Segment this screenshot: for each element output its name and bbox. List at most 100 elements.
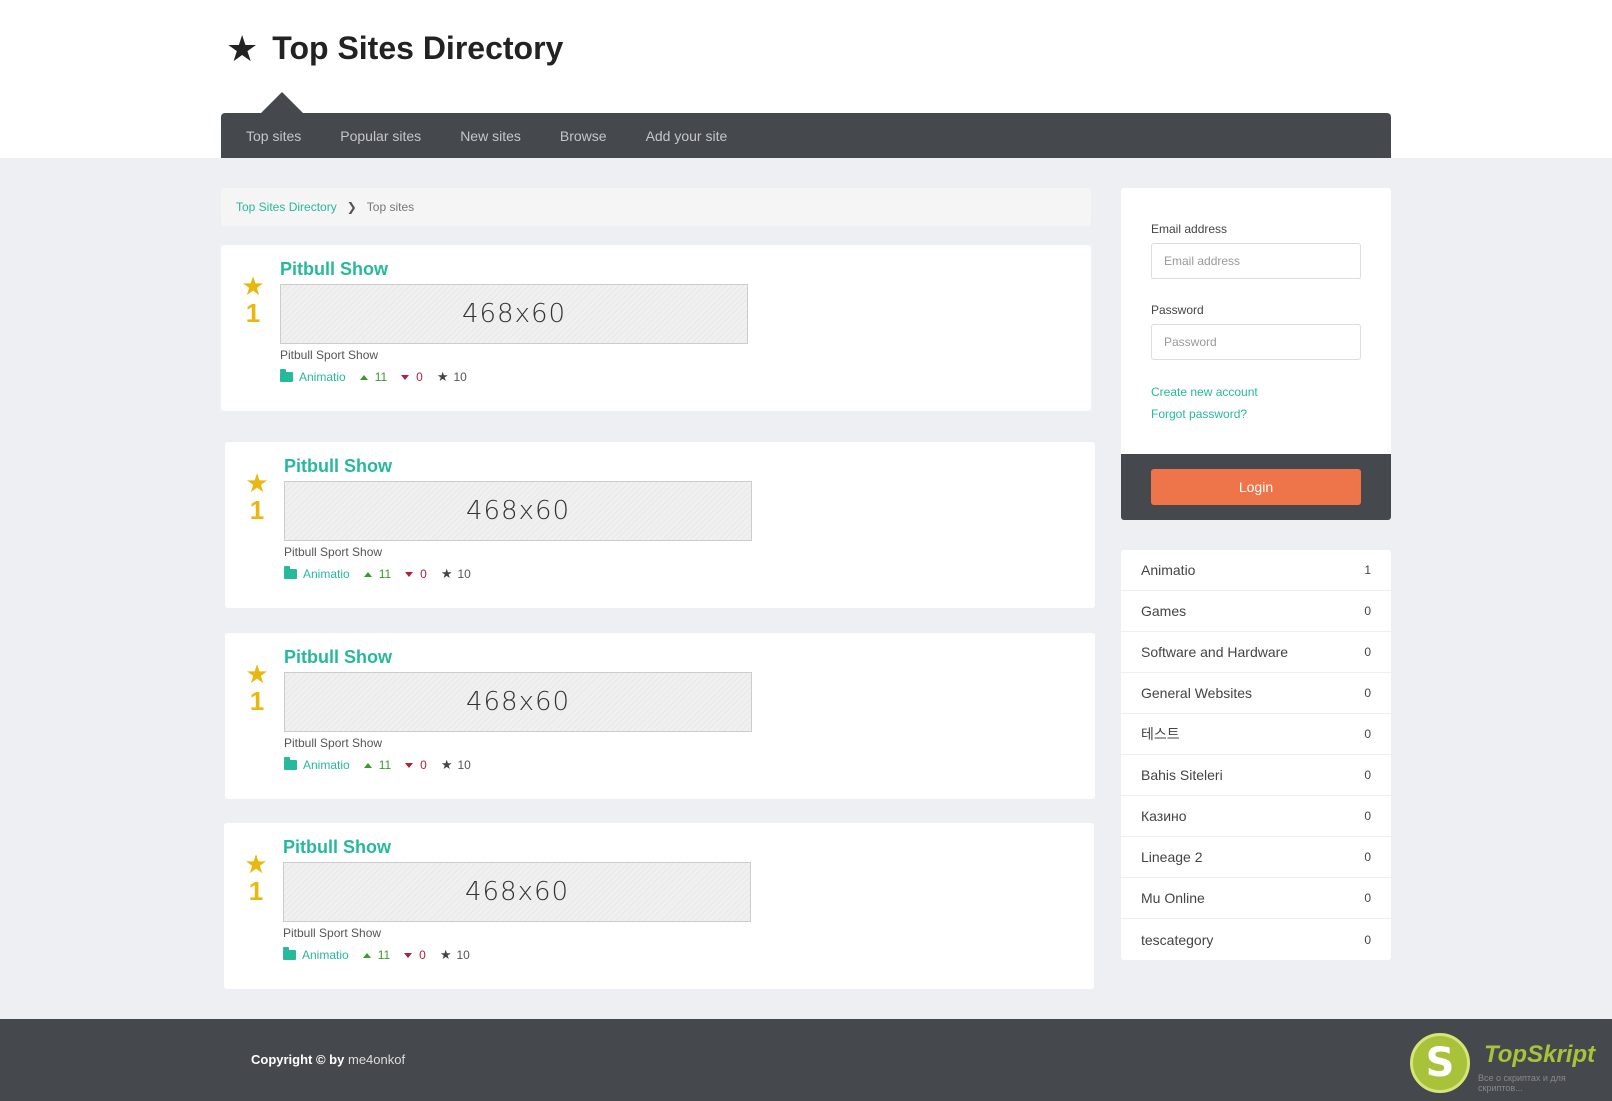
site-name-link[interactable]: Pitbull Show bbox=[284, 647, 392, 668]
site-meta: Animatio 11 0 ★ 10 bbox=[284, 757, 471, 773]
category-name: Lineage 2 bbox=[1141, 849, 1203, 865]
nav-item-popular-sites[interactable]: Popular sites bbox=[340, 128, 421, 144]
nav-item-new-sites[interactable]: New sites bbox=[460, 128, 521, 144]
category-item-general-websites[interactable]: General Websites 0 bbox=[1121, 673, 1391, 714]
banner-size-label: 468x60 bbox=[464, 877, 570, 907]
category-count: 1 bbox=[1364, 563, 1371, 577]
votes-down-count: 0 bbox=[419, 948, 426, 962]
votes-up-count: 11 bbox=[374, 370, 388, 384]
site-rating: ★ 10 bbox=[437, 369, 467, 385]
site-category-link[interactable]: Animatio bbox=[284, 757, 350, 772]
site-name-link[interactable]: Pitbull Show bbox=[284, 456, 392, 477]
star-icon: ★ bbox=[440, 757, 453, 772]
site-banner[interactable]: 468x60 bbox=[280, 284, 748, 344]
site-banner[interactable]: 468x60 bbox=[283, 862, 751, 922]
star-icon: ★ bbox=[226, 27, 259, 69]
brand[interactable]: ★ Top Sites Directory bbox=[226, 30, 563, 67]
banner-size-label: 468x60 bbox=[465, 687, 571, 717]
rating-value: 10 bbox=[453, 370, 467, 384]
author-link[interactable]: me4onkof bbox=[348, 1052, 405, 1067]
site-category-link[interactable]: Animatio bbox=[284, 566, 350, 581]
rating-value: 10 bbox=[457, 758, 471, 772]
site-category-link[interactable]: Animatio bbox=[283, 947, 349, 962]
rank-badge: ★ 1 bbox=[243, 661, 271, 716]
site-card: ★ 1 Pitbull Show 468x60 Pitbull Sport Sh… bbox=[225, 442, 1095, 608]
rank-star-icon: ★ bbox=[244, 849, 268, 879]
arrow-down-icon bbox=[405, 762, 414, 768]
site-title: Top Sites Directory bbox=[272, 30, 564, 66]
category-count: 0 bbox=[1364, 891, 1371, 905]
copyright: Copyright © by me4onkof bbox=[251, 1052, 405, 1067]
category-name: Казино bbox=[1141, 808, 1187, 824]
rank-star-icon: ★ bbox=[245, 468, 269, 498]
nav-item-add-your-site[interactable]: Add your site bbox=[646, 128, 728, 144]
category-count: 0 bbox=[1364, 932, 1371, 947]
site-banner[interactable]: 468x60 bbox=[284, 672, 752, 732]
category-count: 0 bbox=[1364, 809, 1371, 823]
category-list: Animatio 1 Games 0 Software and Hardware 0 … bbox=[1121, 550, 1391, 960]
site-description: Pitbull Sport Show bbox=[280, 348, 379, 362]
category-name: General Websites bbox=[1141, 685, 1253, 701]
topskript-logo-icon[interactable]: S bbox=[1410, 1033, 1470, 1093]
site-footer: Copyright © by me4onkof S TopSkript Все … bbox=[0, 1019, 1612, 1101]
login-panel: Email address Password Create new accoun… bbox=[1121, 188, 1391, 520]
category-item-animatio[interactable]: Animatio 1 bbox=[1121, 550, 1391, 591]
site-banner[interactable]: 468x60 bbox=[284, 481, 752, 541]
email-label: Email address bbox=[1151, 222, 1228, 236]
category-name: Games bbox=[1141, 603, 1187, 619]
category-item-kazino[interactable]: Казино 0 bbox=[1121, 796, 1391, 837]
site-name-link[interactable]: Pitbull Show bbox=[280, 259, 388, 280]
category-name: Bahis Siteleri bbox=[1141, 767, 1223, 783]
site-card: ★ 1 Pitbull Show 468x60 Pitbull Sport Sh… bbox=[221, 245, 1091, 411]
folder-icon bbox=[284, 566, 297, 579]
site-name-link[interactable]: Pitbull Show bbox=[283, 837, 391, 858]
nav-item-browse[interactable]: Browse bbox=[560, 128, 607, 144]
rating-value: 10 bbox=[457, 567, 471, 581]
logo-subtitle: Все о скриптах и для скриптов... bbox=[1478, 1073, 1566, 1093]
site-rating: ★ 10 bbox=[441, 566, 471, 582]
category-name: Mu Online bbox=[1141, 890, 1205, 906]
star-icon: ★ bbox=[436, 369, 449, 384]
site-category-link[interactable]: Animatio bbox=[280, 369, 346, 384]
chevron-right-icon: ❯ bbox=[346, 200, 357, 214]
breadcrumb-home-link[interactable]: Top Sites Directory bbox=[236, 200, 337, 214]
rank-badge: ★ 1 bbox=[239, 273, 267, 328]
category-item-tescategory[interactable]: tescategory 0 bbox=[1121, 919, 1391, 960]
category-name: Animatio bbox=[1141, 562, 1196, 578]
site-description: Pitbull Sport Show bbox=[283, 926, 382, 940]
login-button[interactable]: Login bbox=[1151, 469, 1361, 505]
rank-number: 1 bbox=[248, 876, 264, 906]
votes-down: 0 bbox=[404, 948, 426, 962]
category-item-bahis-siteleri[interactable]: Bahis Siteleri 0 bbox=[1121, 755, 1391, 796]
votes-up-count: 11 bbox=[378, 758, 392, 772]
arrow-down-icon bbox=[401, 374, 410, 380]
nav-item-top-sites[interactable]: Top sites bbox=[246, 128, 301, 144]
category-item-test-korean[interactable]: 테스트 0 bbox=[1121, 714, 1391, 755]
password-field[interactable] bbox=[1151, 324, 1361, 360]
arrow-down-icon bbox=[404, 952, 413, 958]
category-count: 0 bbox=[1364, 686, 1371, 700]
banner-size-label: 468x60 bbox=[465, 496, 571, 526]
site-rating: ★ 10 bbox=[441, 757, 471, 773]
category-name: Software and Hardware bbox=[1141, 644, 1289, 660]
rank-number: 1 bbox=[249, 495, 265, 525]
rank-badge: ★ 1 bbox=[242, 851, 270, 906]
votes-down: 0 bbox=[405, 758, 427, 772]
arrow-up-icon bbox=[363, 571, 372, 577]
category-item-software-hardware[interactable]: Software and Hardware 0 bbox=[1121, 632, 1391, 673]
create-account-link[interactable]: Create new account bbox=[1151, 385, 1258, 399]
star-icon: ★ bbox=[440, 566, 453, 581]
rank-star-icon: ★ bbox=[245, 659, 269, 689]
category-label: Animatio bbox=[302, 948, 349, 962]
site-card: ★ 1 Pitbull Show 468x60 Pitbull Sport Sh… bbox=[224, 823, 1094, 989]
forgot-password-link[interactable]: Forgot password? bbox=[1151, 407, 1247, 421]
category-item-lineage-2[interactable]: Lineage 2 0 bbox=[1121, 837, 1391, 878]
rank-number: 1 bbox=[249, 686, 265, 716]
category-count: 0 bbox=[1364, 768, 1371, 782]
category-item-mu-online[interactable]: Mu Online 0 bbox=[1121, 878, 1391, 919]
category-item-games[interactable]: Games 0 bbox=[1121, 591, 1391, 632]
email-field[interactable] bbox=[1151, 243, 1361, 279]
site-rating: ★ 10 bbox=[440, 947, 470, 963]
copyright-text: Copyright © by bbox=[251, 1052, 345, 1067]
votes-down-count: 0 bbox=[416, 370, 423, 384]
